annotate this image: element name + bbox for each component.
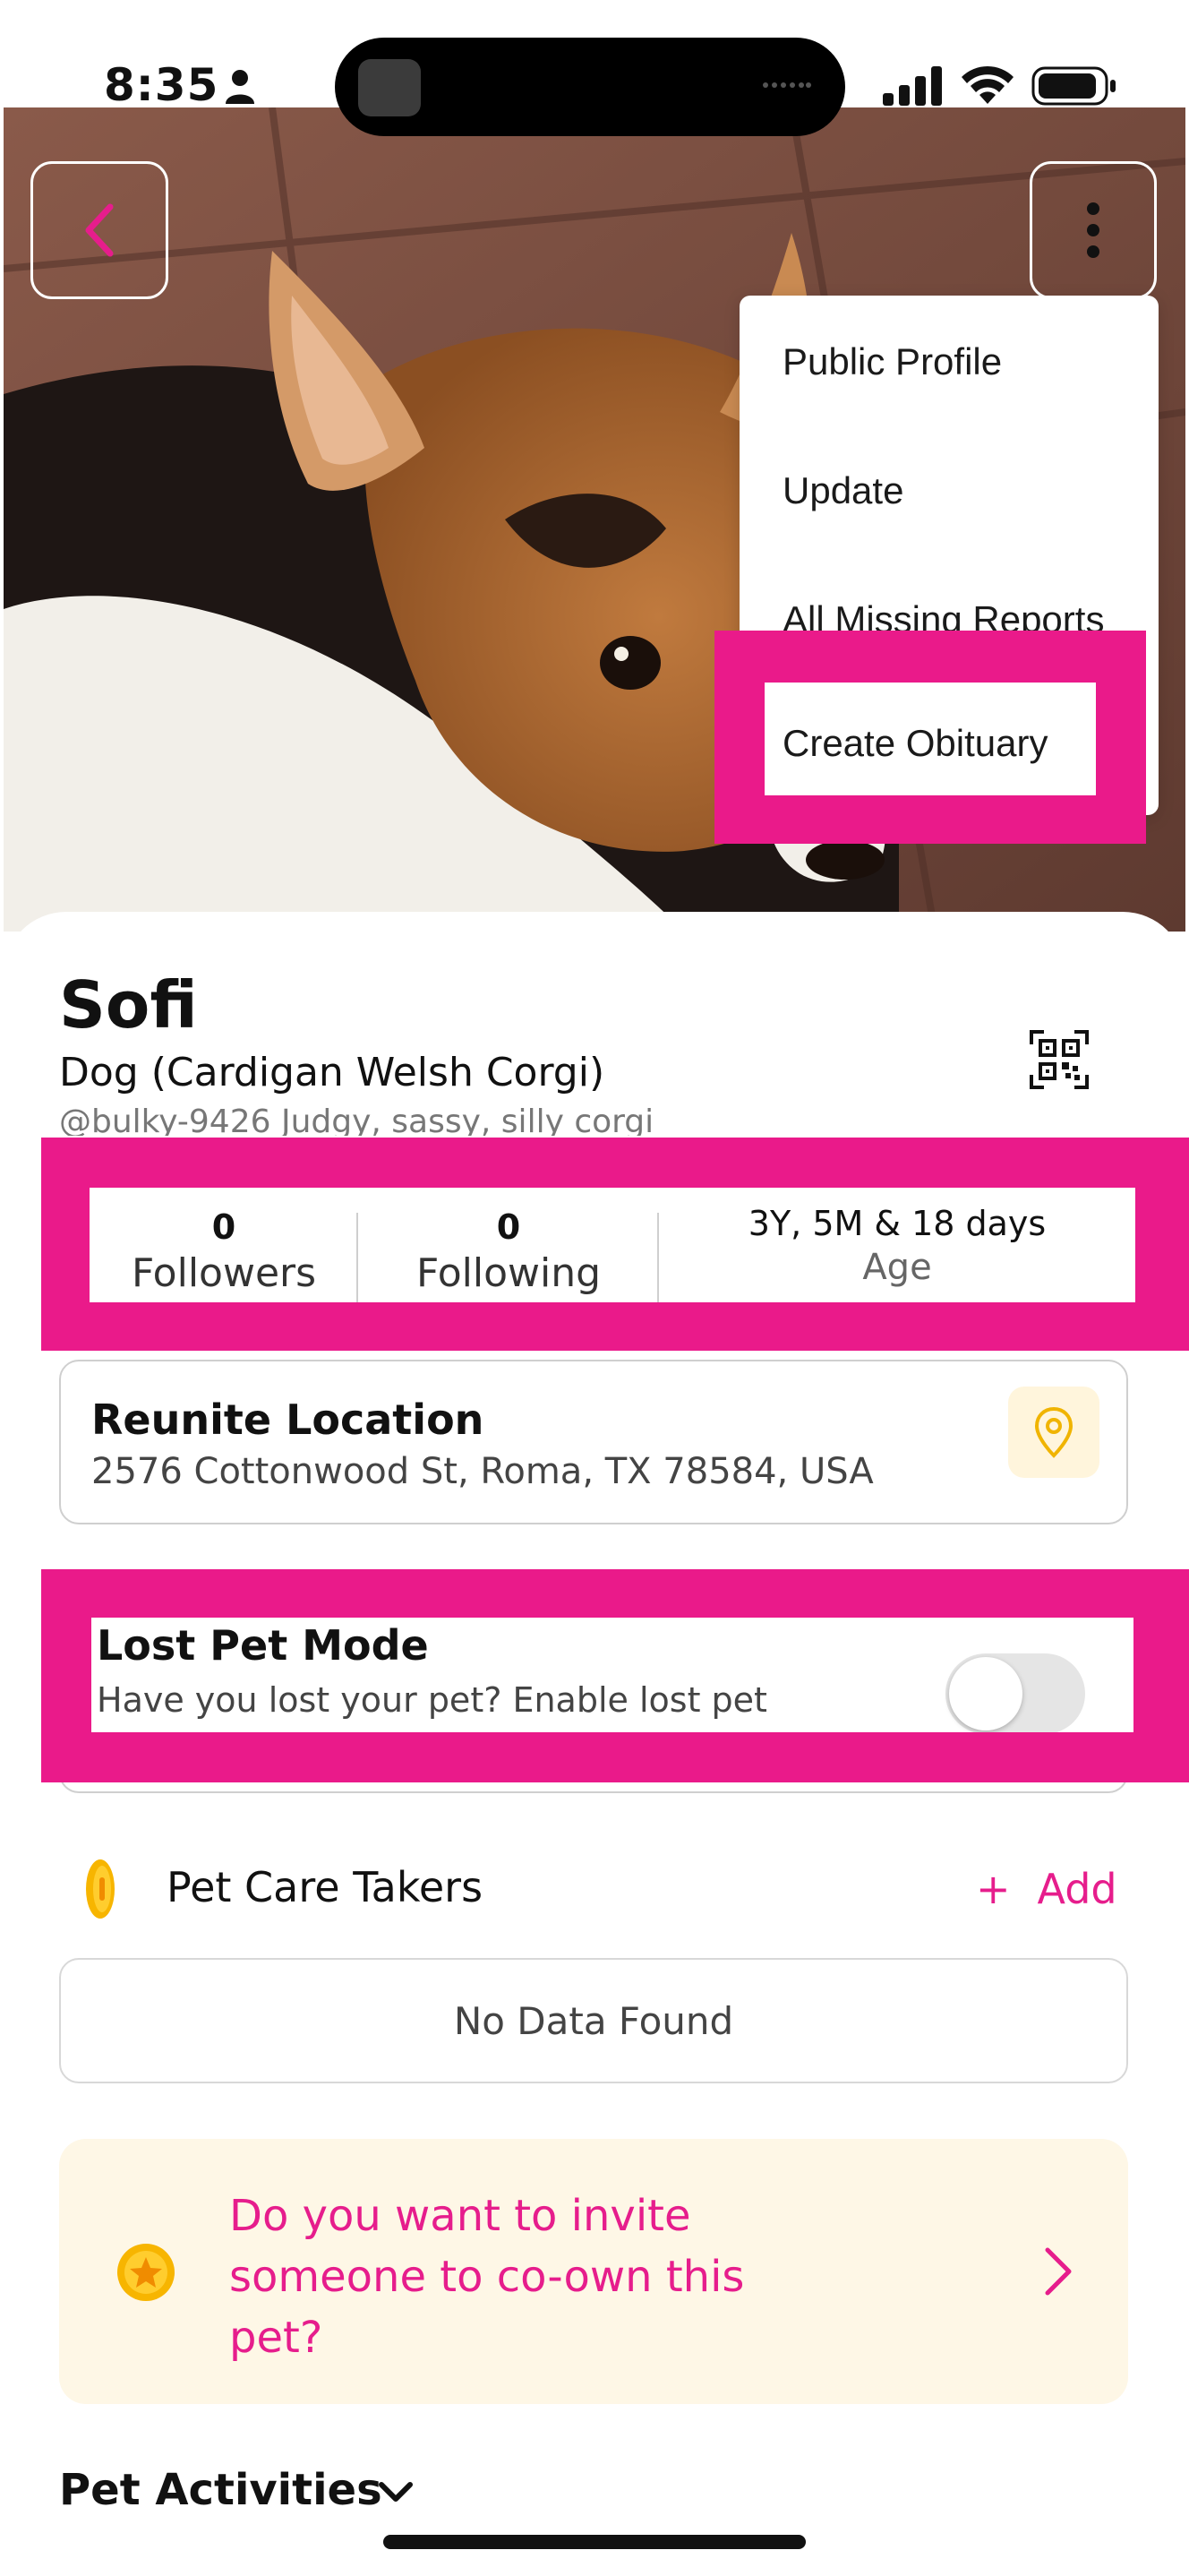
reunite-title: Reunite Location	[91, 1395, 484, 1444]
plus-icon: +	[976, 1865, 1011, 1913]
reunite-location-card[interactable]: Reunite Location 2576 Cottonwood St, Rom…	[59, 1360, 1128, 1524]
cellular-signal-icon	[883, 66, 942, 106]
lost-pet-title: Lost Pet Mode	[97, 1621, 429, 1670]
age-stat: 3Y, 5M & 18 days Age	[659, 1204, 1135, 1288]
pet-breed: Dog (Cardigan Welsh Corgi)	[59, 1050, 605, 1095]
following-stat[interactable]: 0 Following	[358, 1207, 659, 1296]
followers-label: Followers	[131, 1250, 317, 1296]
stats-card: 0 Followers 0 Following 3Y, 5M & 18 days…	[90, 1188, 1135, 1302]
lost-pet-toggle[interactable]	[945, 1653, 1085, 1732]
age-label: Age	[862, 1247, 932, 1288]
pet-name: Sofi	[59, 967, 198, 1043]
battery-icon	[1031, 66, 1116, 106]
chevron-down-icon[interactable]	[376, 2479, 415, 2506]
person-icon	[226, 70, 254, 104]
lost-pet-description: Have you lost your pet? Enable lost pet	[97, 1680, 767, 1720]
chevron-right-icon	[1045, 2247, 1072, 2296]
more-vertical-icon	[1087, 202, 1099, 258]
toggle-knob	[949, 1657, 1022, 1730]
age-value: 3Y, 5M & 18 days	[748, 1204, 1047, 1243]
menu-item-public-profile[interactable]: Public Profile	[783, 340, 1002, 383]
invite-coowner-card[interactable]: Do you want to invite someone to co-own …	[59, 2139, 1128, 2404]
caretakers-empty-state: No Data Found	[59, 1958, 1128, 2083]
following-count: 0	[496, 1207, 521, 1247]
more-options-button[interactable]	[1030, 161, 1157, 299]
coin-icon	[86, 1859, 115, 1919]
following-label: Following	[415, 1250, 602, 1296]
menu-item-create-obituary-label[interactable]: Create Obituary	[783, 722, 1048, 765]
star-coin-icon	[117, 2244, 175, 2301]
qr-code-icon[interactable]	[1030, 1030, 1089, 1089]
pet-activities-title[interactable]: Pet Activities	[59, 2465, 382, 2515]
pet-handle-bio: @bulky-9426 Judgy, sassy, silly corgi	[59, 1103, 654, 1136]
chevron-left-icon	[85, 203, 114, 257]
reunite-address: 2576 Cottonwood St, Roma, TX 78584, USA	[91, 1451, 874, 1492]
followers-count: 0	[211, 1207, 236, 1247]
add-caretaker-button[interactable]: + Add	[976, 1865, 1117, 1913]
menu-item-update[interactable]: Update	[783, 469, 903, 512]
add-label: Add	[1037, 1865, 1117, 1913]
home-indicator	[383, 2535, 806, 2549]
location-pin-button[interactable]	[1008, 1387, 1099, 1478]
followers-stat[interactable]: 0 Followers	[90, 1207, 358, 1296]
location-pin-icon	[1034, 1406, 1074, 1458]
camera-icon	[358, 59, 421, 116]
island-dots-icon	[763, 82, 811, 88]
lost-pet-mode-card: Lost Pet Mode Have you lost your pet? En…	[91, 1618, 1133, 1732]
status-time: 8:35	[104, 59, 219, 111]
back-button[interactable]	[30, 161, 168, 299]
invite-text: Do you want to invite someone to co-own …	[229, 2191, 745, 2363]
wifi-icon	[962, 65, 1014, 104]
caretakers-title: Pet Care Takers	[167, 1863, 483, 1911]
